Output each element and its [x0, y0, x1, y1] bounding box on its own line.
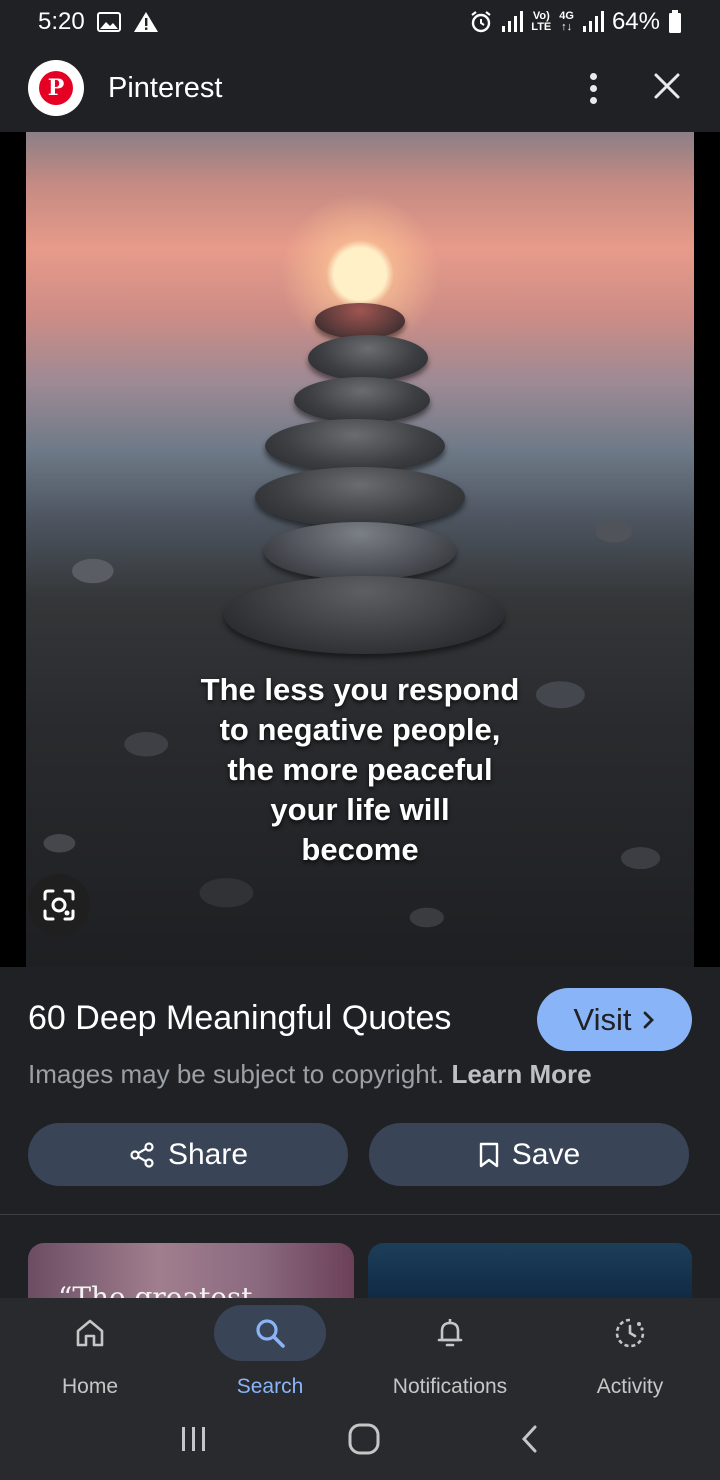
more-options-icon[interactable]	[578, 68, 608, 108]
alarm-icon	[469, 10, 493, 34]
battery-icon	[668, 10, 682, 34]
stone	[308, 335, 428, 381]
bottom-navigation: Home Search Notifications Activity	[0, 1298, 720, 1402]
home-icon	[76, 1319, 104, 1347]
chevron-right-icon	[643, 1011, 654, 1028]
related-image-1[interactable]: “The greatest	[28, 1243, 354, 1299]
result-title: 60 Deep Meaningful Quotes	[28, 999, 452, 1037]
app-bar: P Pinterest	[0, 44, 720, 132]
home-system-icon[interactable]	[347, 1422, 381, 1461]
gallery-icon	[96, 12, 121, 32]
main-image[interactable]: The less you respond to negative people,…	[26, 132, 694, 967]
image-quote-text: The less you respond to negative people,…	[200, 672, 520, 867]
save-button[interactable]: Save	[369, 1123, 689, 1186]
stone	[224, 576, 504, 654]
share-button[interactable]: Share	[28, 1123, 348, 1186]
recent-apps-icon[interactable]	[179, 1425, 209, 1458]
stone	[255, 467, 465, 527]
stone	[315, 303, 405, 339]
status-bar: 5:20 Vo) LTE 4G ↑↓ 64%	[0, 0, 720, 44]
close-icon[interactable]	[652, 71, 682, 106]
4g-indicator: 4G ↑↓	[559, 10, 574, 33]
share-icon	[130, 1141, 154, 1168]
visit-button[interactable]: Visit	[537, 988, 692, 1051]
battery-percent: 64%	[611, 8, 660, 35]
related-image-2[interactable]	[368, 1243, 692, 1299]
nav-notifications[interactable]: Notifications	[360, 1298, 540, 1402]
lens-search-button[interactable]	[28, 874, 90, 936]
bell-icon	[437, 1319, 463, 1347]
divider	[0, 1214, 720, 1215]
clock: 5:20	[38, 8, 85, 35]
copyright-notice: Images may be subject to copyright. Lear…	[28, 1059, 592, 1089]
signal-icon-2	[582, 11, 604, 33]
system-navigation	[0, 1402, 720, 1480]
warning-icon	[133, 11, 159, 33]
stone	[294, 377, 430, 423]
lens-icon	[43, 889, 75, 921]
stone	[265, 419, 445, 473]
signal-icon	[501, 11, 524, 33]
learn-more-link[interactable]: Learn More	[451, 1059, 591, 1089]
image-viewer: The less you respond to negative people,…	[0, 132, 720, 967]
result-info: 60 Deep Meaningful Quotes Visit Images m…	[0, 967, 720, 1215]
activity-icon	[615, 1318, 645, 1348]
pinterest-logo-icon: P	[28, 60, 84, 116]
bookmark-icon	[479, 1142, 498, 1167]
nav-home[interactable]: Home	[0, 1298, 180, 1402]
app-title: Pinterest	[108, 71, 223, 104]
nav-search[interactable]: Search	[180, 1298, 360, 1402]
stone	[264, 522, 456, 580]
back-icon[interactable]	[519, 1424, 541, 1459]
nav-activity[interactable]: Activity	[540, 1298, 720, 1402]
search-icon	[256, 1319, 285, 1348]
volte-indicator: Vo) LTE	[531, 10, 552, 33]
